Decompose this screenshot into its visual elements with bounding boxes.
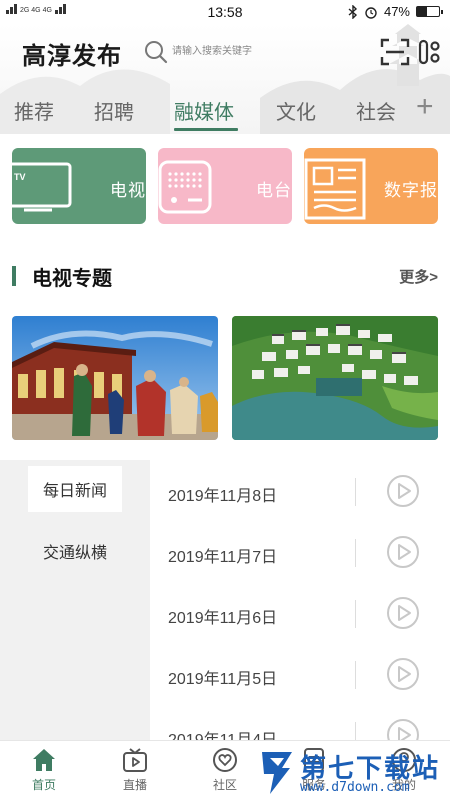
battery-icon	[416, 6, 443, 17]
tv-topic-image-village[interactable]	[232, 316, 438, 440]
watermark-url: www.d7down.com	[300, 780, 410, 795]
add-tab-button[interactable]: +	[416, 90, 434, 124]
opera-performance-image	[12, 316, 218, 440]
list-item-date: 2019年11月4日	[168, 726, 277, 740]
section-accent-bar	[12, 266, 16, 286]
tv-card-label: 电视	[110, 181, 146, 200]
play-icon[interactable]	[386, 474, 420, 508]
nav-home-label: 首页	[31, 778, 56, 792]
tab-media[interactable]: 融媒体	[174, 96, 234, 125]
list-item-date: 2019年11月7日	[168, 549, 278, 566]
community-icon	[213, 748, 237, 772]
bluetooth-icon	[348, 4, 357, 19]
play-icon[interactable]	[386, 596, 420, 630]
list-item[interactable]: 2019年11月5日	[150, 643, 450, 703]
battery-level	[417, 7, 428, 16]
side-menu: 每日新闻 交通纵横	[0, 460, 150, 740]
site-logo-icon	[262, 752, 292, 794]
search-input[interactable]	[172, 40, 332, 62]
list-item[interactable]: 2019年11月4日	[150, 704, 450, 740]
list-item-date: 2019年11月8日	[168, 488, 278, 505]
status-right: 47%	[348, 4, 443, 19]
row-divider	[355, 600, 356, 628]
tv-topic-image-opera[interactable]	[12, 316, 218, 440]
scan-icon[interactable]	[380, 38, 410, 66]
news-list: 2019年11月8日 2019年11月7日 2019年11月6日 2019年11…	[150, 460, 450, 740]
status-bar: 2G 4G 4G 13:58 47%	[0, 0, 450, 24]
svg-text:TV: TV	[14, 172, 26, 182]
nav-live-label: 直播	[122, 778, 147, 792]
list-item-date: 2019年11月5日	[168, 671, 278, 688]
list-item-date: 2019年11月6日	[168, 610, 278, 627]
tab-society[interactable]: 社会	[356, 96, 396, 125]
list-item[interactable]: 2019年11月6日	[150, 582, 450, 642]
nav-community[interactable]: 社区	[195, 747, 255, 799]
active-tab-indicator	[174, 128, 238, 131]
alarm-icon	[365, 6, 377, 19]
media-cards: TV 电视 电台 数字报	[12, 148, 438, 224]
battery-percent: 47%	[383, 4, 410, 19]
row-divider	[355, 478, 356, 506]
more-link[interactable]: 更多>	[399, 266, 438, 287]
tab-recommend[interactable]: 推荐	[14, 96, 54, 125]
row-divider	[355, 539, 356, 567]
row-divider	[355, 661, 356, 689]
play-icon[interactable]	[386, 535, 420, 569]
side-item-traffic[interactable]: 交通纵横	[28, 528, 122, 574]
nav-home[interactable]: 首页	[14, 747, 74, 799]
nav-live[interactable]: 直播	[105, 747, 165, 799]
app-title: 高淳发布	[22, 43, 122, 70]
radio-card[interactable]: 电台	[158, 148, 292, 224]
village-aerial-image	[232, 316, 438, 440]
home-icon	[33, 749, 55, 771]
nav-community-label: 社区	[212, 778, 237, 792]
app-header: 高淳发布 推荐 招聘 融媒体 文化 社会 +	[0, 24, 450, 134]
tab-recruitment[interactable]: 招聘	[94, 96, 134, 125]
tab-culture[interactable]: 文化	[276, 96, 316, 125]
play-icon[interactable]	[386, 718, 420, 740]
radio-card-label: 电台	[256, 181, 292, 200]
watermark: 第七下载站 www.d7down.com	[254, 744, 450, 800]
section-title: 电视专题	[32, 268, 112, 290]
list-item[interactable]: 2019年11月8日	[150, 460, 450, 520]
search-icon[interactable]	[144, 40, 168, 64]
category-tabs: 推荐 招聘 融媒体 文化 社会 +	[0, 90, 450, 131]
list-item[interactable]: 2019年11月7日	[150, 521, 450, 581]
side-item-daily-news[interactable]: 每日新闻	[28, 466, 122, 512]
play-icon[interactable]	[386, 657, 420, 691]
row-divider	[355, 722, 356, 740]
newspaper-card[interactable]: 数字报	[304, 148, 438, 224]
tv-card[interactable]: TV 电视	[12, 148, 146, 224]
live-tv-icon	[123, 748, 147, 772]
newspaper-card-label: 数字报	[384, 181, 438, 200]
section-header: 电视专题 更多>	[12, 262, 438, 292]
menu-more-icon[interactable]	[418, 38, 442, 66]
